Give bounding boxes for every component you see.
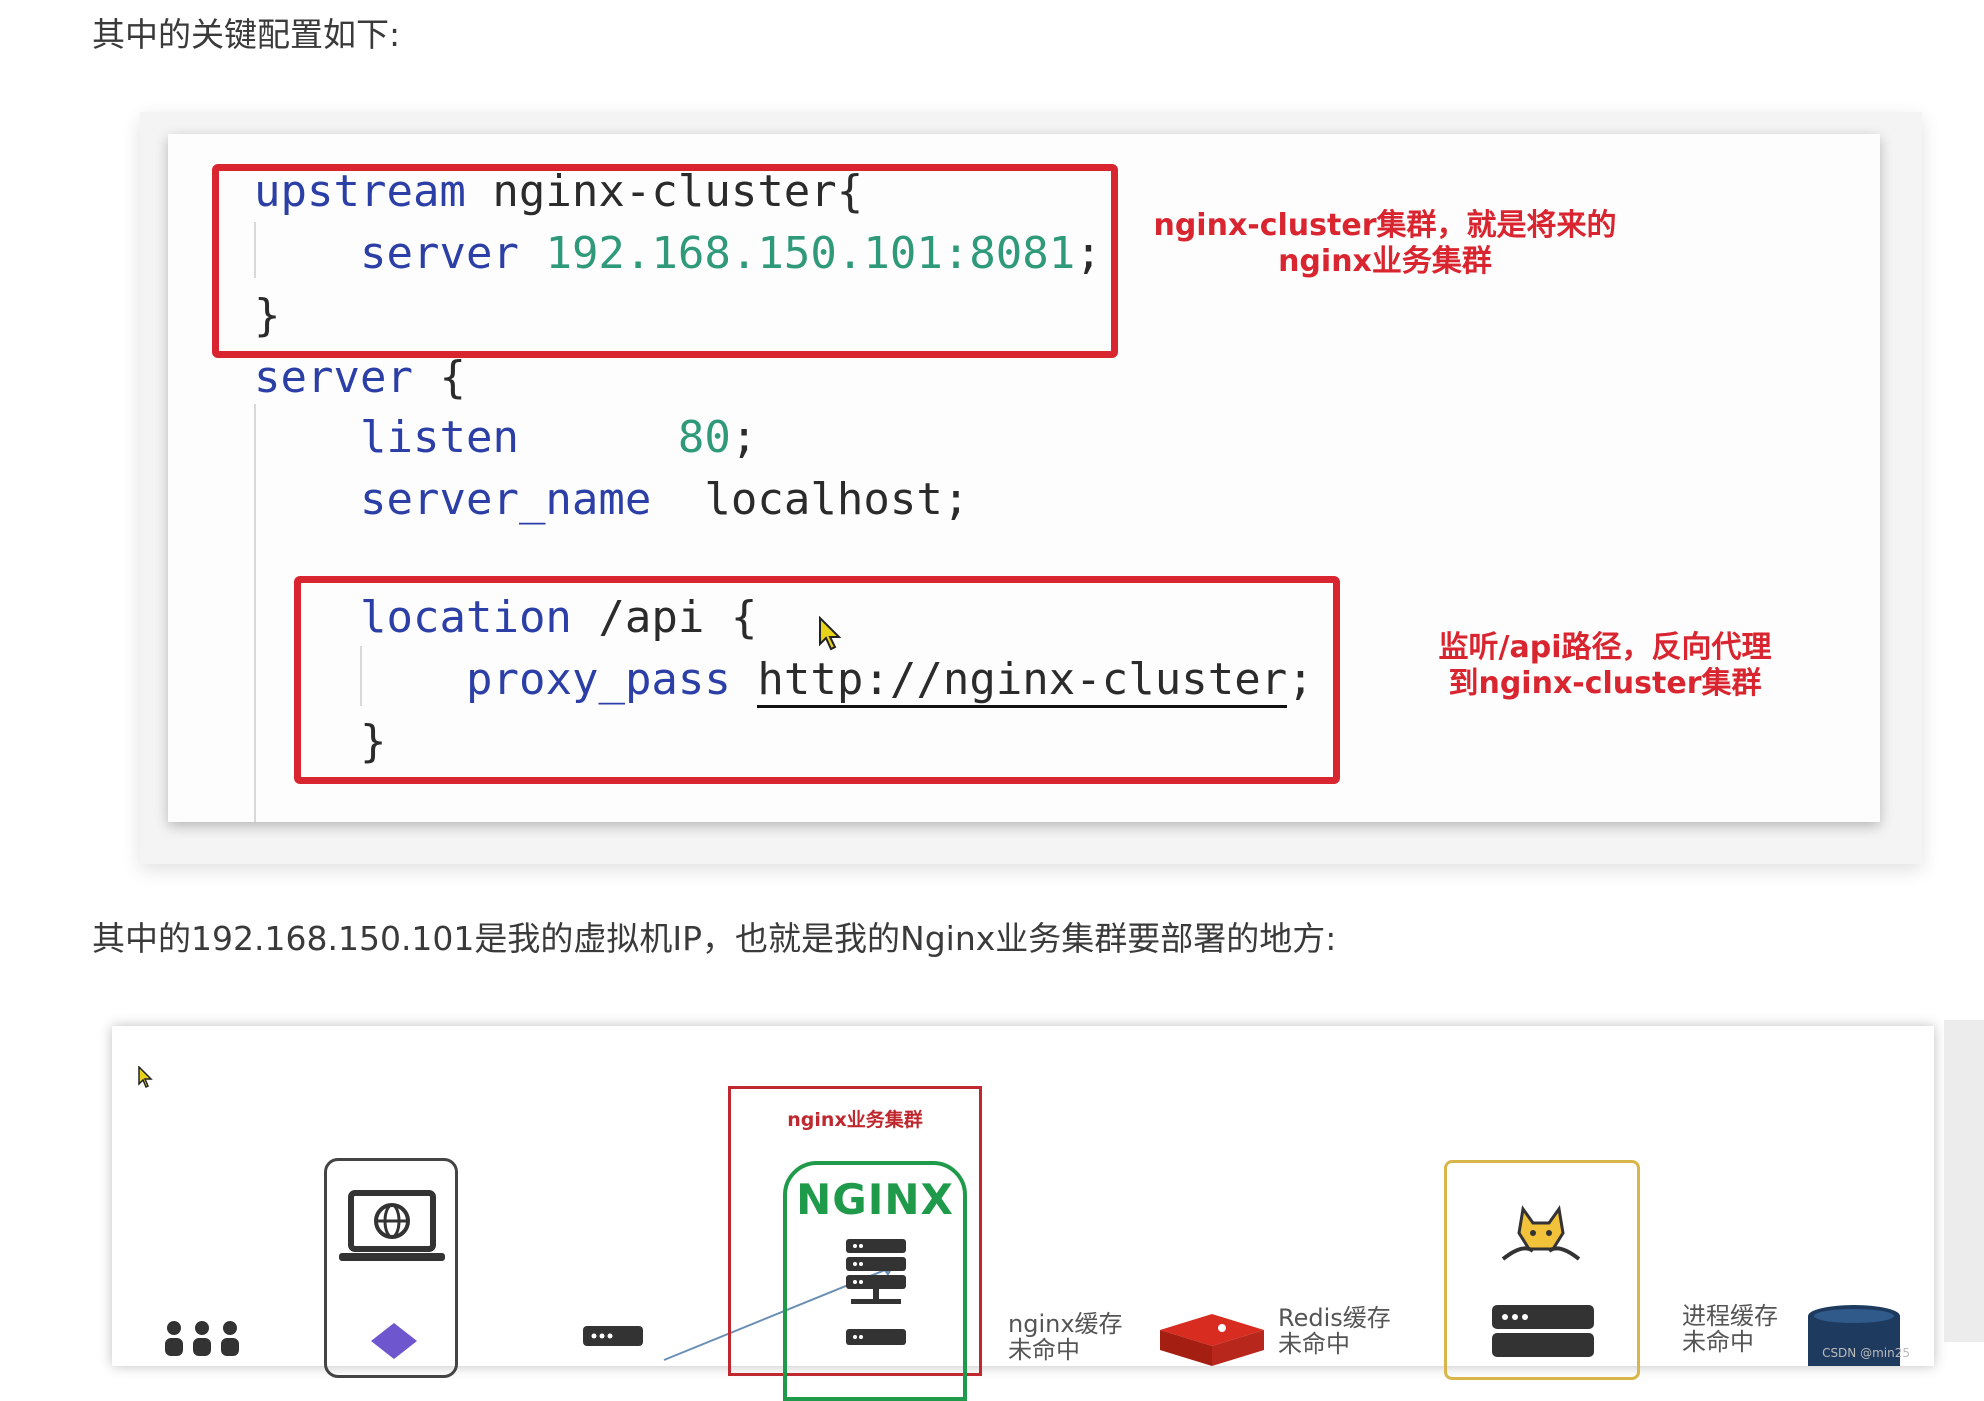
tomcat-server-box — [1444, 1160, 1640, 1380]
code-line-6: server_name localhost; — [360, 478, 969, 522]
code-line-5: listen 80; — [360, 416, 757, 460]
annotation-line: nginx业务集群 — [1278, 244, 1492, 279]
description-paragraph: 其中的192.168.150.101是我的虚拟机IP，也就是我的Nginx业务集… — [92, 919, 1337, 958]
annotation-location: 监听/api路径，反向代理 到nginx-cluster集群 — [1420, 630, 1790, 702]
code-number: 192.168.150.101:8081 — [545, 228, 1076, 279]
indent-guide — [254, 404, 256, 822]
client-device-box — [324, 1158, 458, 1378]
gateway-shape-icon — [371, 1323, 417, 1359]
nginx-cluster-frame: nginx业务集群 NGINX — [728, 1086, 982, 1401]
server-small-icon — [846, 1329, 906, 1345]
users-icon — [165, 1321, 239, 1356]
code-keyword: location — [360, 592, 572, 643]
code-keyword: listen — [360, 412, 519, 463]
mouse-cursor-icon — [819, 616, 842, 651]
server-small-icon — [583, 1326, 643, 1346]
code-text: nginx-cluster{ — [465, 166, 864, 217]
server-stack-icon — [1492, 1305, 1594, 1357]
code-keyword: server_name — [360, 474, 652, 525]
code-line-4: server { — [254, 356, 466, 400]
code-keyword: proxy_pass — [466, 654, 731, 705]
code-text: /api { — [571, 592, 758, 643]
code-line-7: location /api { — [360, 596, 757, 640]
server-stack-icon — [846, 1239, 906, 1304]
small-cursor-icon — [138, 1066, 153, 1089]
watermark: CSDN @min25 — [1822, 1346, 1910, 1360]
code-text: ; — [730, 412, 758, 463]
code-text: { — [412, 352, 466, 403]
laptop-globe-icon — [339, 1190, 445, 1261]
code-line-8: proxy_pass http://nginx-cluster; — [466, 654, 1314, 708]
code-number: 80 — [677, 412, 731, 463]
nginx-node-box: NGINX — [783, 1161, 967, 1401]
code-line-9: } — [360, 716, 387, 767]
code-line-3: } — [254, 290, 281, 341]
label-process-cache-miss: 未命中 — [1682, 1328, 1754, 1356]
code-text: localhost; — [704, 474, 970, 525]
intro-paragraph: 其中的关键配置如下: — [92, 15, 401, 54]
code-text: ; — [1075, 228, 1102, 279]
nginx-logo: NGINX — [796, 1175, 954, 1224]
code-keyword: upstream — [254, 166, 466, 217]
tomcat-cat-icon — [1501, 1205, 1581, 1261]
redis-icon — [1160, 1314, 1264, 1366]
right-edge-strip — [1944, 1020, 1984, 1342]
code-line-1: upstream nginx-cluster{ — [254, 170, 863, 214]
annotation-upstream: nginx-cluster集群，就是将来的 nginx业务集群 — [1150, 208, 1620, 280]
code-keyword: server — [360, 228, 519, 279]
annotation-line: nginx-cluster集群，就是将来的 — [1153, 208, 1617, 243]
label-nginx-cache-miss: 未命中 — [1008, 1336, 1080, 1364]
cluster-title: nginx业务集群 — [787, 1109, 923, 1131]
architecture-figure: nginx业务集群 NGINX nginx缓存 未命中 Redis缓存 未命中 … — [112, 1026, 1934, 1401]
annotation-line: 监听/api路径，反向代理 — [1438, 630, 1772, 665]
code-figure: upstream nginx-cluster{ server 192.168.1… — [168, 134, 1880, 822]
code-line-2: server 192.168.150.101:8081; — [360, 232, 1102, 276]
code-keyword: server — [254, 352, 413, 403]
code-url-link[interactable]: http://nginx-cluster — [757, 654, 1288, 708]
annotation-line: 到nginx-cluster集群 — [1448, 666, 1762, 701]
code-text: ; — [1287, 654, 1314, 705]
